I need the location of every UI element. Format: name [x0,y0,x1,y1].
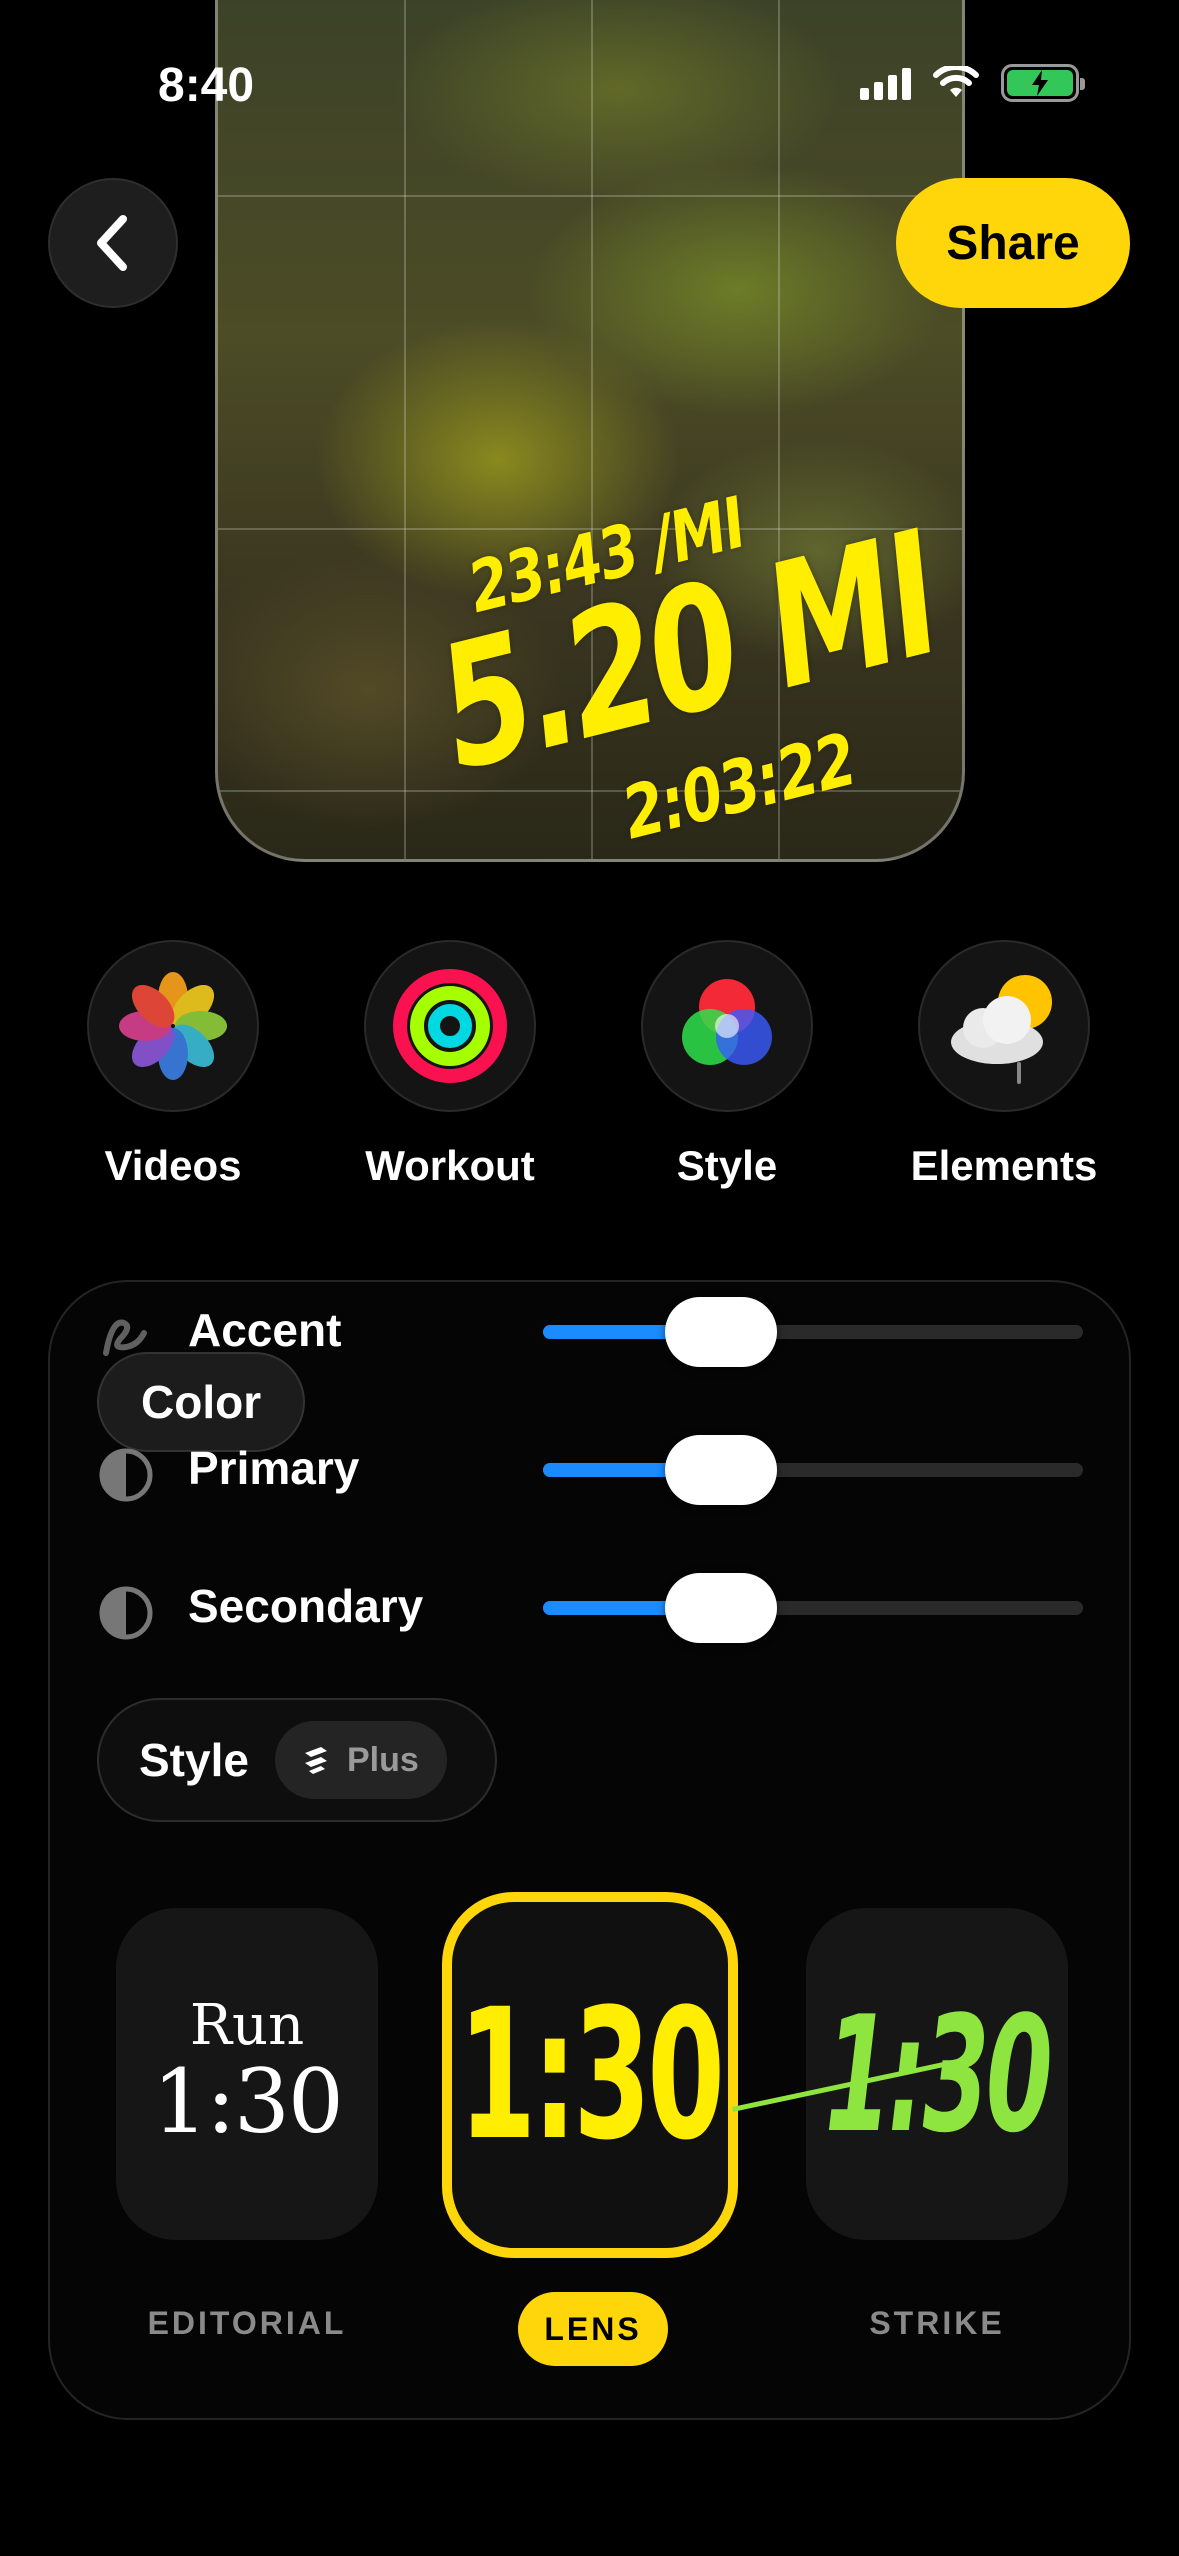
plus-logo-icon [304,1747,327,1774]
category-button[interactable] [918,940,1090,1112]
primary-label: Primary [188,1442,360,1494]
category-workout[interactable]: Workout [325,940,575,1190]
battery-icon [1001,64,1085,102]
style-card-strike[interactable]: 1:30 [732,1908,1068,2240]
strike-label[interactable]: STRIKE [806,2305,1068,2342]
contrast-icon [99,1586,153,1640]
category-label: Workout [365,1142,535,1189]
back-button[interactable] [48,178,178,308]
category-videos[interactable]: Videos [48,940,298,1190]
plus-badge[interactable]: Plus [274,1721,447,1799]
grid-line [404,0,406,859]
primary-slider-row[interactable]: Primary [48,1423,1088,1513]
status-icons [860,64,1085,102]
category-button[interactable] [87,940,259,1112]
photos-icon [119,972,227,1080]
editorial-preview-line1: Run [189,1992,305,2058]
contrast-icon [99,1448,153,1502]
grid-line [218,195,962,197]
slider-knob[interactable] [665,1573,777,1643]
style-section-pill[interactable]: Style Plus [97,1698,497,1822]
category-style[interactable]: Style [602,940,852,1190]
activity-rings-icon [393,969,507,1083]
category-button[interactable] [641,940,813,1112]
style-section-label: Style [139,1734,249,1786]
slider-knob[interactable] [665,1297,777,1367]
slider-knob[interactable] [665,1435,777,1505]
primary-slider[interactable] [543,1435,1083,1505]
lens-preview-text: 1:30 [458,1970,725,2180]
accent-slider[interactable] [543,1297,1083,1367]
style-card-editorial[interactable]: Run 1:30 [116,1908,378,2240]
color-circles-icon [682,979,772,1065]
cellular-signal-icon [860,66,911,100]
editorial-preview-line2: 1:30 [152,2049,344,2153]
category-label: Elements [910,1142,1098,1189]
lens-label[interactable]: LENS [518,2292,668,2366]
secondary-slider-row[interactable]: Secondary [48,1561,1088,1651]
wifi-icon [933,66,979,97]
plus-badge-label: Plus [346,1740,419,1779]
strike-preview-text: 1:30 [824,1980,1053,2168]
accent-label: Accent [188,1304,342,1356]
secondary-slider[interactable] [543,1573,1083,1643]
secondary-label: Secondary [188,1580,424,1632]
share-button[interactable]: Share [896,178,1130,308]
editorial-label[interactable]: EDITORIAL [116,2305,378,2342]
status-time: 8:40 [158,59,255,112]
category-label: Style [676,1142,778,1189]
weather-icon [951,975,1052,1084]
category-elements[interactable]: Elements [879,940,1129,1190]
strike-preview: 1:30 [732,1980,1124,2168]
chevron-left-icon [97,215,127,271]
category-label: Videos [104,1142,242,1189]
style-card-lens[interactable]: 1:30 [442,1892,738,2258]
category-button[interactable] [364,940,536,1112]
